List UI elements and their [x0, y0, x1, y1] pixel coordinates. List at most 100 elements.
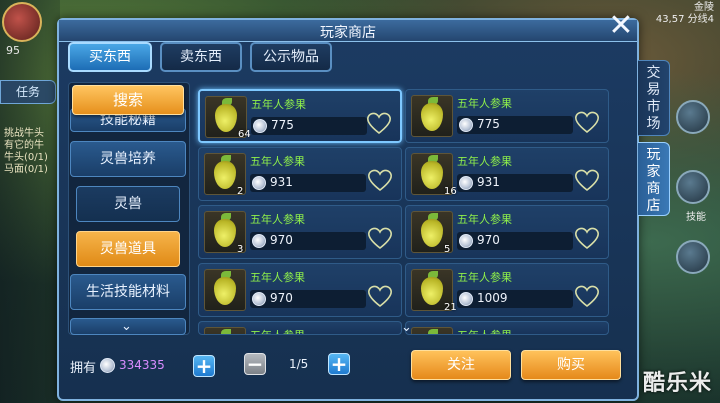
- fruit-shape: [421, 161, 443, 189]
- next-page-button[interactable]: +: [328, 353, 350, 375]
- item-price: 775: [477, 117, 500, 131]
- attack-icon[interactable]: [676, 170, 710, 204]
- window-title: 玩家商店: [320, 25, 376, 41]
- favorite-heart-icon[interactable]: [574, 110, 600, 134]
- price-bar: 931: [457, 174, 573, 192]
- price-bar: 970: [250, 290, 366, 308]
- item-name: 五年人参果: [250, 155, 305, 168]
- ginseng-fruit-icon: 3: [204, 211, 246, 255]
- favorite-heart-icon[interactable]: [366, 111, 392, 135]
- silver-coin-icon: [459, 292, 473, 306]
- ginseng-fruit-icon: [411, 327, 453, 334]
- item-card[interactable]: 五年人参果 775: [405, 89, 609, 143]
- ginseng-fruit-icon: 5: [411, 211, 453, 255]
- price-bar: 970: [250, 232, 366, 250]
- ginseng-fruit-icon: [204, 269, 246, 311]
- item-card[interactable]: 21 五年人参果 1009: [405, 263, 609, 317]
- item-name: 五年人参果: [250, 271, 305, 284]
- category-pets[interactable]: 灵兽: [76, 186, 180, 222]
- item-price: 970: [270, 233, 293, 247]
- map-coords: 43,57 分线4: [655, 14, 714, 25]
- task-button[interactable]: 任务: [0, 80, 56, 104]
- quest-line: 马面(0/1): [4, 164, 48, 175]
- favorite-heart-icon[interactable]: [367, 168, 393, 192]
- skill-slot-icon[interactable]: [676, 100, 710, 134]
- category-life-skill-materials[interactable]: 生活技能材料: [70, 274, 186, 310]
- add-currency-button[interactable]: +: [193, 355, 215, 377]
- leaf-shape: [428, 329, 438, 334]
- silver-coin-icon: [459, 176, 473, 190]
- quest-tracker: 挑战牛头 有它的牛 牛头(0/1) 马面(0/1): [4, 128, 48, 176]
- ginseng-fruit-icon: 21: [411, 269, 457, 313]
- price-bar: 775: [457, 116, 573, 134]
- chevron-down-icon[interactable]: ⌄: [121, 319, 132, 334]
- item-card[interactable]: 2 五年人参果 931: [198, 147, 402, 201]
- map-location: 金陵 43,57 分线4: [656, 2, 714, 26]
- owned-label: 拥有: [70, 361, 97, 376]
- item-name: 五年人参果: [250, 327, 305, 334]
- item-quantity: 21: [444, 302, 457, 313]
- item-price: 931: [477, 175, 500, 189]
- fruit-shape: [421, 103, 443, 131]
- silver-coin-icon: [459, 234, 473, 248]
- leaf-shape: [221, 329, 231, 334]
- map-name: 金陵: [694, 2, 714, 13]
- item-price: 775: [271, 118, 294, 132]
- item-name: 五年人参果: [457, 97, 512, 110]
- tab-buy[interactable]: 买东西: [68, 42, 152, 72]
- item-card[interactable]: 5 五年人参果 970: [405, 205, 609, 259]
- prev-page-button[interactable]: −: [244, 353, 266, 375]
- mount-icon[interactable]: [676, 240, 710, 274]
- watermark-logo: 酷乐米: [642, 371, 712, 396]
- item-name: 五年人参果: [457, 271, 512, 284]
- item-name: 五年人参果: [251, 98, 306, 111]
- item-price: 970: [270, 291, 293, 305]
- tab-sell[interactable]: 卖东西: [160, 42, 242, 72]
- item-price: 1009: [477, 291, 508, 305]
- side-tab-player-shop[interactable]: 玩家商店: [638, 142, 670, 216]
- favorite-heart-icon[interactable]: [574, 226, 600, 250]
- item-card[interactable]: 五年人参果: [405, 321, 609, 335]
- owned-amount: 334335: [119, 358, 165, 372]
- item-quantity: 64: [238, 129, 251, 140]
- ginseng-fruit-icon: [411, 95, 453, 137]
- fruit-shape: [214, 277, 236, 305]
- side-tab-trade-market[interactable]: 交易市场: [638, 60, 670, 136]
- follow-button[interactable]: 关注: [411, 350, 511, 380]
- title-bar: 玩家商店: [59, 20, 637, 42]
- ginseng-fruit-icon: 2: [204, 153, 246, 197]
- price-bar: 931: [250, 174, 366, 192]
- price-bar: 1009: [457, 290, 573, 308]
- item-quantity: 5: [444, 244, 451, 255]
- item-name: 五年人参果: [250, 213, 305, 226]
- favorite-heart-icon[interactable]: [367, 226, 393, 250]
- item-card[interactable]: 16 五年人参果 931: [405, 147, 609, 201]
- silver-coin-icon: [252, 234, 266, 248]
- item-card[interactable]: 3 五年人参果 970: [198, 205, 402, 259]
- chevron-down-icon[interactable]: ⌄: [401, 320, 412, 335]
- item-price: 970: [477, 233, 500, 247]
- item-name: 五年人参果: [457, 155, 512, 168]
- silver-coin-icon: [252, 292, 266, 306]
- fruit-shape: [214, 219, 236, 247]
- fruit-shape: [421, 219, 443, 247]
- search-button[interactable]: 搜索: [72, 85, 184, 115]
- hud-left-panel: 95 任务 挑战牛头 有它的牛 牛头(0/1) 马面(0/1): [0, 0, 60, 403]
- price-bar: 775: [251, 117, 367, 135]
- quest-line: 挑战牛头: [4, 128, 44, 139]
- item-card[interactable]: 64 五年人参果 775: [198, 89, 402, 143]
- buy-button[interactable]: 购买: [521, 350, 621, 380]
- side-tab-label: 玩家商店: [646, 147, 661, 214]
- fruit-shape: [215, 104, 237, 132]
- item-card[interactable]: 五年人参果: [198, 321, 402, 335]
- favorite-heart-icon[interactable]: [574, 168, 600, 192]
- item-quantity: 3: [237, 244, 244, 255]
- item-card[interactable]: 五年人参果 970: [198, 263, 402, 317]
- player-avatar[interactable]: [2, 2, 42, 42]
- tab-public-items[interactable]: 公示物品: [250, 42, 332, 72]
- favorite-heart-icon[interactable]: [367, 284, 393, 308]
- close-icon[interactable]: ✕: [606, 11, 636, 42]
- category-pet-training[interactable]: 灵兽培养: [70, 141, 186, 177]
- favorite-heart-icon[interactable]: [574, 284, 600, 308]
- category-pet-items[interactable]: 灵兽道具: [76, 231, 180, 267]
